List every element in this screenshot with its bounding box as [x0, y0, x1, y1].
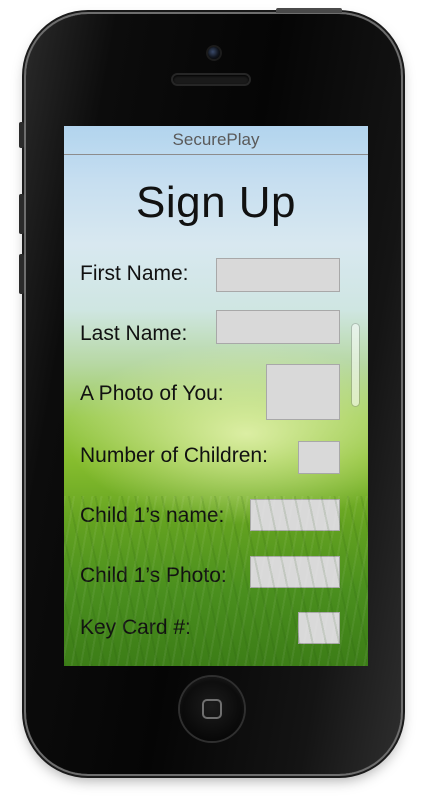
- scrollbar-thumb[interactable]: [352, 324, 359, 406]
- app-title-bar: SecurePlay: [64, 126, 368, 155]
- photo-of-you-upload[interactable]: [266, 364, 340, 420]
- last-name-field[interactable]: [216, 310, 340, 344]
- child-1-photo-upload[interactable]: [250, 556, 340, 588]
- sleep-wake-button[interactable]: [276, 8, 342, 13]
- home-square-icon: [202, 699, 222, 719]
- photo-of-you-label: A Photo of You:: [80, 382, 224, 405]
- home-button-icon[interactable]: [180, 677, 244, 741]
- number-of-children-field[interactable]: [298, 441, 340, 474]
- volume-down-button[interactable]: [19, 254, 24, 294]
- number-of-children-label: Number of Children:: [80, 444, 268, 467]
- child-1-name-label: Child 1’s name:: [80, 504, 225, 527]
- key-card-label: Key Card #:: [80, 616, 191, 639]
- last-name-label: Last Name:: [80, 322, 188, 345]
- child-1-name-field[interactable]: [250, 499, 340, 531]
- page-title: Sign Up: [135, 178, 297, 227]
- front-camera-icon: [208, 47, 220, 59]
- child-1-photo-label: Child 1’s Photo:: [80, 564, 227, 587]
- first-name-label: First Name:: [80, 262, 189, 285]
- app-title: SecurePlay: [172, 130, 260, 149]
- mute-switch[interactable]: [19, 122, 24, 148]
- speaker-grille-icon: [173, 75, 249, 84]
- app-screen: SecurePlay Sign Up First Name: Last Name…: [64, 126, 368, 666]
- first-name-field[interactable]: [216, 258, 340, 292]
- volume-up-button[interactable]: [19, 194, 24, 234]
- key-card-field[interactable]: [298, 612, 340, 644]
